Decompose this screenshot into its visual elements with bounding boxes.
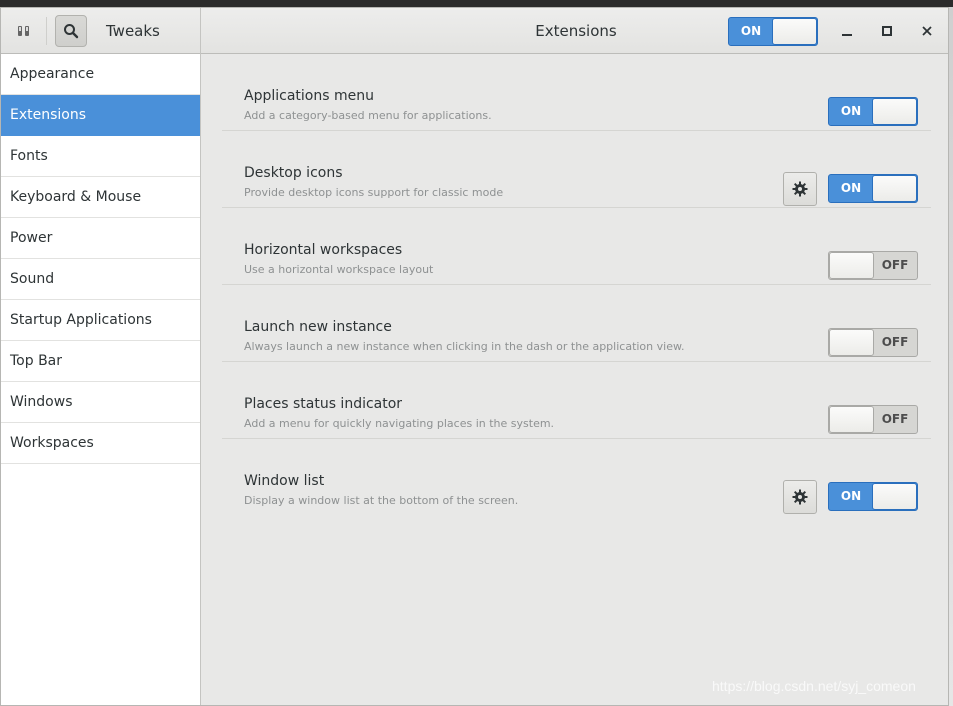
global-extensions-switch[interactable]: ON [728,17,818,46]
sidebar-item-appearance[interactable]: Appearance [1,54,200,95]
extension-row-window-list: Window list Display a window list at the… [222,439,931,516]
switch-knob [829,252,874,279]
switch-label: OFF [881,335,909,349]
extension-row-launch-new-instance: Launch new instance Always launch a new … [222,285,931,362]
desktop-top-strip [0,0,953,7]
close-button[interactable] [915,19,939,43]
sidebar-item-workspaces[interactable]: Workspaces [1,423,200,464]
gear-icon [792,489,808,505]
places-status-indicator-switch[interactable]: OFF [828,405,918,434]
header-left-pane: Tweaks [1,8,201,54]
applications-menu-switch[interactable]: ON [828,97,918,126]
horizontal-workspaces-switch[interactable]: OFF [828,251,918,280]
switch-knob [872,483,917,510]
extension-name: Applications menu [244,88,374,104]
switch-label: ON [840,181,862,195]
maximize-icon [882,26,892,36]
extensions-list: Applications menu Add a category-based m… [202,54,948,705]
extension-description: Display a window list at the bottom of t… [244,494,519,507]
extension-description: Always launch a new instance when clicki… [244,340,685,353]
app-title: Tweaks [106,22,160,40]
extension-description: Use a horizontal workspace layout [244,263,434,276]
extension-row-places-status-indicator: Places status indicator Add a menu for q… [222,362,931,439]
desktop-icons-settings-button[interactable] [783,172,817,206]
switch-label: OFF [881,412,909,426]
launch-new-instance-switch[interactable]: OFF [828,328,918,357]
desktop-icons-switch[interactable]: ON [828,174,918,203]
extension-row-horizontal-workspaces: Horizontal workspaces Use a horizontal w… [222,208,931,285]
app-icon[interactable] [12,20,36,42]
extension-row-applications-menu: Applications menu Add a category-based m… [222,54,931,131]
window-list-switch[interactable]: ON [828,482,918,511]
window-title: Extensions [535,22,617,40]
extension-description: Add a menu for quickly navigating places… [244,417,555,430]
search-icon [64,24,79,39]
tweaks-window: Tweaks Extensions ON Appearance Extensio… [0,7,949,706]
search-button[interactable] [55,15,87,47]
extension-name: Launch new instance [244,319,392,335]
switch-label: ON [840,104,862,118]
switch-knob [772,18,817,45]
extension-name: Places status indicator [244,396,403,412]
extension-name: Desktop icons [244,165,343,181]
sidebar-item-extensions[interactable]: Extensions [1,95,200,136]
switch-label: ON [840,489,862,503]
header-separator [46,17,47,45]
close-icon [922,26,932,36]
switch-label: OFF [881,258,909,272]
extension-name: Window list [244,473,325,489]
minimize-button[interactable] [835,19,859,43]
sidebar-item-startup-applications[interactable]: Startup Applications [1,300,200,341]
switch-knob [829,406,874,433]
gear-icon [792,181,808,197]
sidebar-item-windows[interactable]: Windows [1,382,200,423]
sidebar-item-sound[interactable]: Sound [1,259,200,300]
switch-knob [829,329,874,356]
sidebar: Appearance Extensions Fonts Keyboard & M… [1,54,201,705]
sidebar-item-power[interactable]: Power [1,218,200,259]
extension-description: Provide desktop icons support for classi… [244,186,504,199]
watermark: https://blog.csdn.net/syj_comeon [712,678,916,694]
window-list-settings-button[interactable] [783,480,817,514]
minimize-icon [842,34,852,36]
header-bar: Tweaks Extensions ON [1,8,948,54]
sidebar-item-fonts[interactable]: Fonts [1,136,200,177]
tweaks-icon [18,26,29,36]
sidebar-item-top-bar[interactable]: Top Bar [1,341,200,382]
switch-knob [872,98,917,125]
extension-description: Add a category-based menu for applicatio… [244,109,492,122]
sidebar-item-keyboard-mouse[interactable]: Keyboard & Mouse [1,177,200,218]
switch-label: ON [740,24,762,38]
extension-name: Horizontal workspaces [244,242,403,258]
switch-knob [872,175,917,202]
extension-row-desktop-icons: Desktop icons Provide desktop icons supp… [222,131,931,208]
maximize-button[interactable] [875,19,899,43]
desktop-right-strip [949,7,953,706]
